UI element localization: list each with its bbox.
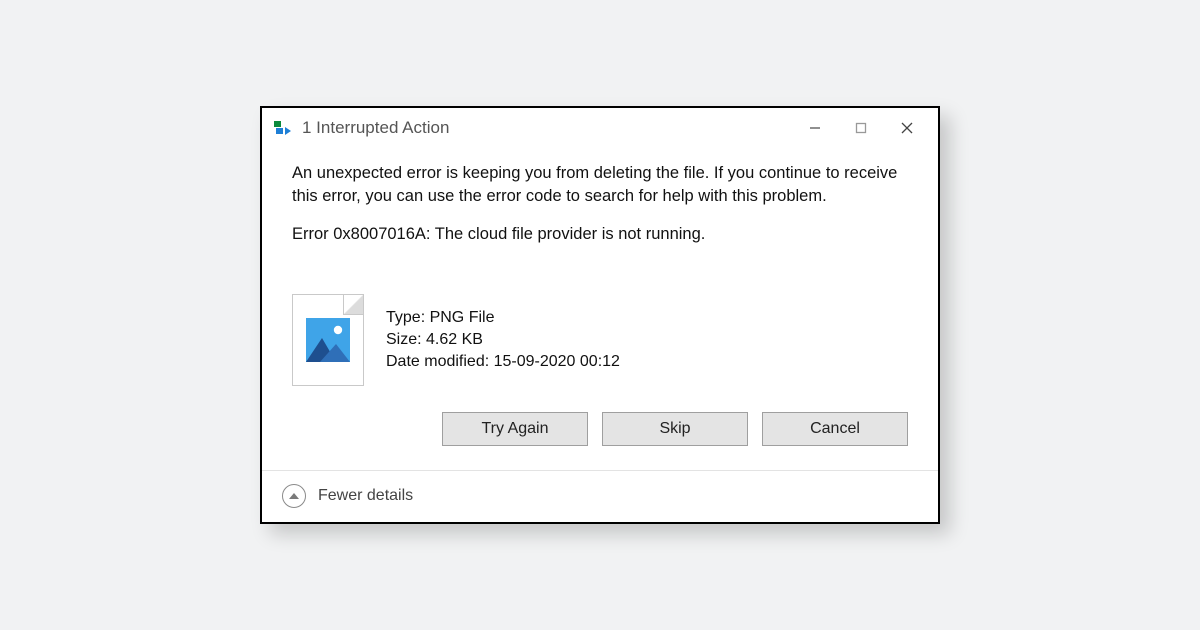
file-size: Size: 4.62 KB [386,329,620,351]
close-button[interactable] [884,113,930,143]
interrupted-action-dialog: 1 Interrupted Action An unexpected error… [260,106,940,524]
maximize-button[interactable] [838,113,884,143]
dialog-content: An unexpected error is keeping you from … [262,148,938,470]
file-row: Type: PNG File Size: 4.62 KB Date modifi… [292,294,908,386]
try-again-button[interactable]: Try Again [442,412,588,446]
file-icon [292,294,364,386]
error-message: An unexpected error is keeping you from … [292,162,908,207]
skip-button[interactable]: Skip [602,412,748,446]
fewer-details-label: Fewer details [318,487,413,505]
file-type: Type: PNG File [386,307,620,329]
transfer-icon [274,121,292,135]
error-code-line: Error 0x8007016A: The cloud file provide… [292,225,908,244]
window-title: 1 Interrupted Action [302,118,449,138]
file-details: Type: PNG File Size: 4.62 KB Date modifi… [386,307,620,372]
dialog-footer: Fewer details [262,470,938,522]
image-thumbnail-icon [306,318,350,362]
chevron-up-icon [289,493,299,499]
collapse-details-button[interactable] [282,484,306,508]
file-modified: Date modified: 15-09-2020 00:12 [386,351,620,373]
minimize-button[interactable] [792,113,838,143]
button-row: Try Again Skip Cancel [292,412,908,464]
titlebar: 1 Interrupted Action [262,108,938,148]
cancel-button[interactable]: Cancel [762,412,908,446]
